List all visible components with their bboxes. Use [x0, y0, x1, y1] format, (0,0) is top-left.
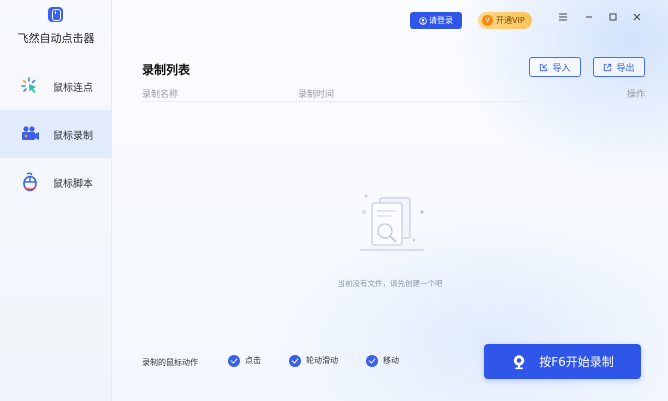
mouse-click-icon [21, 77, 36, 93]
app-title: 飞然自动点击器 [17, 32, 95, 45]
sidebar-item-mouse-script[interactable]: 鼠标脚本 [0, 158, 112, 206]
record-label: 按F6开始录制 [539, 355, 614, 369]
header-divider [142, 101, 646, 102]
menu-icon[interactable] [556, 12, 570, 26]
main-panel: 请登录 V 开通VIP 录制列表 导入 导出 录制名称 录制时间 操作 当前没有… [112, 0, 668, 401]
vip-crown-icon: V [482, 15, 493, 26]
column-header-actions: 操作 [627, 90, 646, 100]
option-label: 移动 [383, 356, 399, 365]
check-icon [289, 354, 301, 367]
sidebar-item-label: 鼠标连点 [53, 83, 93, 94]
sidebar-item-mouse-record[interactable]: 鼠标录制 [0, 110, 112, 158]
empty-state-text: 当前没有文件，请先创建一个吧 [337, 279, 443, 288]
mouse-record-icon [22, 126, 39, 140]
sidebar-item-label: 鼠标录制 [53, 131, 93, 142]
user-icon [419, 16, 427, 25]
option-label: 点击 [245, 356, 261, 365]
mouse-logo-icon [48, 7, 63, 22]
app-logo: 飞然自动点击器 [0, 0, 112, 52]
app-window: 飞然自动点击器 鼠标连点 鼠标录制 鼠标脚本 请登录 V 开通VIP 录制列表 … [0, 0, 668, 401]
recorded-actions-label: 录制的鼠标动作 [142, 358, 198, 367]
page-title: 录制列表 [142, 63, 191, 77]
check-icon [228, 354, 240, 367]
import-button[interactable]: 导入 [529, 57, 581, 77]
export-button[interactable]: 导出 [593, 57, 645, 77]
option-wheel-checkbox[interactable]: 轮动滑动 [289, 353, 338, 368]
sidebar-item-label: 鼠标脚本 [53, 179, 93, 190]
mouse-script-icon [23, 172, 37, 192]
sidebar: 飞然自动点击器 鼠标连点 鼠标录制 鼠标脚本 [0, 0, 112, 401]
minimize-icon[interactable] [582, 12, 596, 26]
start-record-button[interactable]: 按F6开始录制 [484, 344, 641, 379]
sidebar-item-mouse-click[interactable]: 鼠标连点 [0, 62, 112, 110]
vip-label: 开通VIP [496, 16, 525, 25]
login-button[interactable]: 请登录 [410, 12, 462, 29]
import-icon [540, 63, 548, 71]
option-label: 轮动滑动 [306, 356, 338, 365]
import-label: 导入 [552, 63, 571, 74]
webcam-icon [514, 354, 525, 369]
vip-button[interactable]: V 开通VIP [478, 12, 532, 29]
column-header-name: 录制名称 [142, 90, 179, 100]
close-icon[interactable] [630, 12, 644, 26]
column-header-time: 录制时间 [298, 90, 335, 100]
export-icon [604, 63, 612, 71]
empty-documents-icon [360, 194, 424, 251]
sidebar-nav: 鼠标连点 鼠标录制 鼠标脚本 [0, 62, 112, 206]
maximize-icon[interactable] [606, 12, 620, 26]
option-click-checkbox[interactable]: 点击 [228, 353, 261, 368]
option-move-checkbox[interactable]: 移动 [366, 353, 399, 368]
check-icon [366, 354, 378, 367]
export-label: 导出 [616, 63, 635, 74]
login-label: 请登录 [429, 16, 453, 25]
